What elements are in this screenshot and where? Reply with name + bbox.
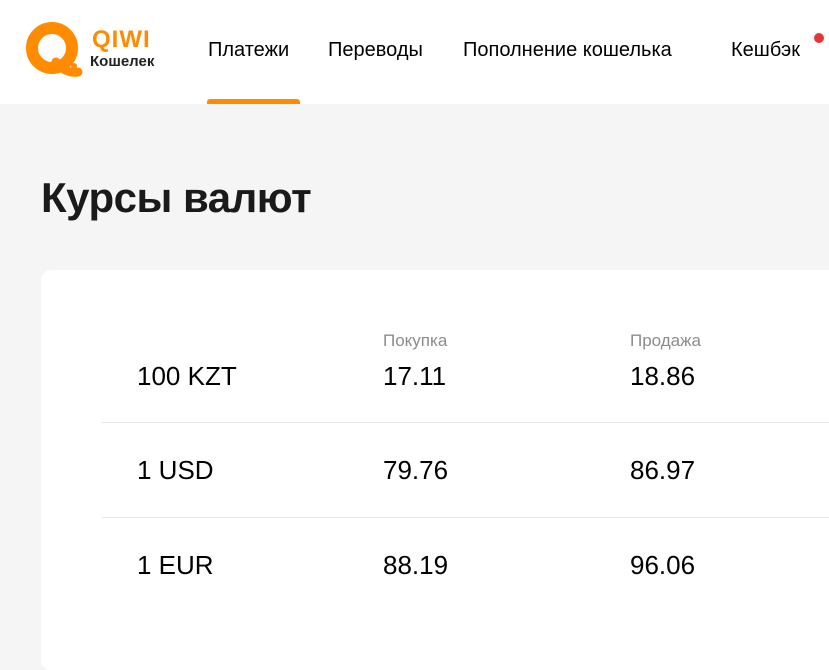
logo-wordmark: QIWI — [92, 26, 151, 53]
rate-row-3-currency: 1 EUR — [137, 550, 214, 580]
notification-dot — [814, 33, 824, 43]
nav-item-payments[interactable]: Платежи — [208, 38, 289, 62]
rate-row-3-buy: 88.19 — [383, 550, 449, 580]
qiwi-logo-icon — [26, 22, 83, 77]
qiwi-logo[interactable]: QIWI Кошелек — [26, 22, 166, 82]
column-header-sell: Продажа — [630, 331, 701, 350]
rate-row-1-buy: 17.11 — [383, 361, 447, 391]
rate-row-2-currency: 1 USD — [137, 455, 214, 485]
rate-row-2-buy: 79.76 — [383, 455, 449, 485]
row-divider — [102, 422, 829, 423]
top-header: QIWI Кошелек Платежи Переводы Пополнение… — [0, 0, 829, 104]
column-header-buy: Покупка — [383, 331, 448, 350]
nav-item-transfers[interactable]: Переводы — [328, 38, 423, 62]
rate-row-1-sell: 18.86 — [630, 361, 696, 391]
rate-row-2-sell: 86.97 — [630, 455, 696, 485]
logo-subtitle: Кошелек — [90, 53, 155, 70]
rate-row-3-sell: 96.06 — [630, 550, 696, 580]
nav-item-wallet-topup[interactable]: Пополнение кошелька — [463, 38, 672, 62]
nav-item-cashback[interactable]: Кешбэк — [731, 38, 800, 62]
active-tab-indicator — [207, 99, 300, 104]
rate-row-1-currency: 100 KZT — [137, 361, 237, 391]
row-divider — [102, 517, 829, 518]
page-title: Курсы валют — [41, 174, 312, 221]
